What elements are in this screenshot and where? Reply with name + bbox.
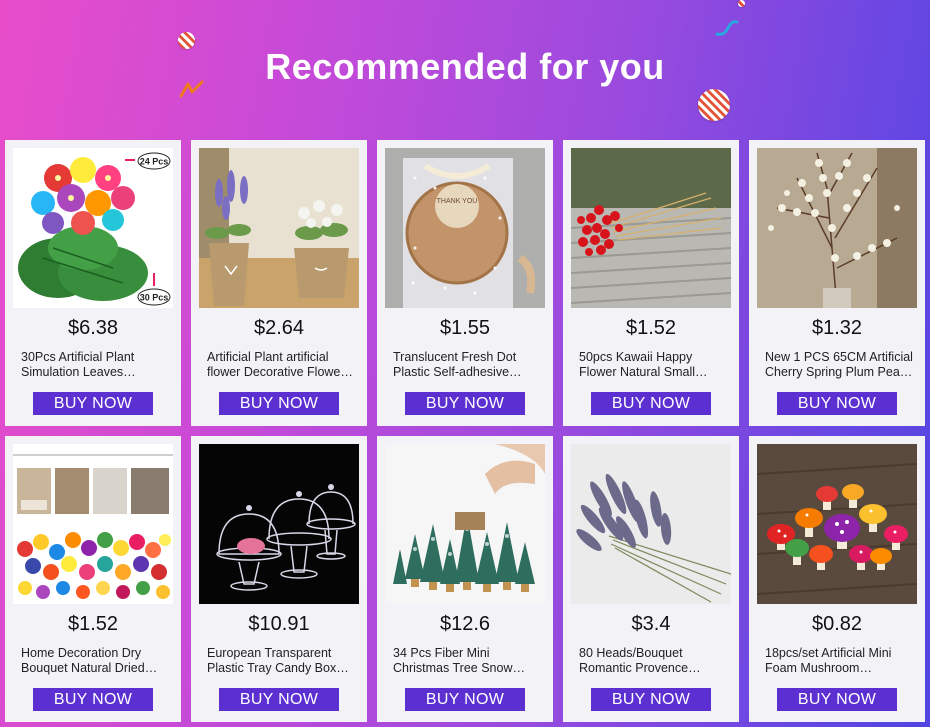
foam-mushrooms-image[interactable] xyxy=(757,444,917,604)
buy-now-button[interactable]: BUY NOW xyxy=(777,392,897,415)
product-card[interactable]: 24 Pcs 30 Pcs $6.38 30Pcs Artificial Pla… xyxy=(5,140,181,426)
header-banner: Recommended for you xyxy=(0,0,930,140)
mini-christmas-trees-image[interactable] xyxy=(385,444,545,604)
product-price: $3.4 xyxy=(631,613,671,635)
product-card[interactable]: $1.52 50pcs Kawaii Happy Flower Natural … xyxy=(563,140,739,426)
badge-24-pcs: 24 Pcs xyxy=(140,157,169,167)
product-name[interactable]: Home Decoration Dry Bouquet Natural Drie… xyxy=(21,646,169,676)
product-card[interactable]: $3.4 80 Heads/Bouquet Romantic Provence … xyxy=(563,436,739,722)
product-price: $12.6 xyxy=(439,613,491,635)
buy-now-button[interactable]: BUY NOW xyxy=(33,392,153,415)
product-grid: 24 Pcs 30 Pcs $6.38 30Pcs Artificial Pla… xyxy=(5,140,925,722)
buy-now-button[interactable]: BUY NOW xyxy=(33,688,153,711)
buy-now-button[interactable]: BUY NOW xyxy=(591,392,711,415)
buy-now-button[interactable]: BUY NOW xyxy=(219,688,339,711)
thank-you-tag: THANK YOU xyxy=(437,198,478,205)
product-name[interactable]: 50pcs Kawaii Happy Flower Natural Small … xyxy=(579,350,727,380)
product-price: $0.82 xyxy=(811,613,863,635)
dried-flowers-room-image[interactable] xyxy=(13,444,173,604)
product-price: $10.91 xyxy=(248,613,310,635)
product-price: $1.32 xyxy=(811,317,863,339)
product-name[interactable]: Translucent Fresh Dot Plastic Self-adhes… xyxy=(393,350,541,380)
tropical-leaves-flowers-image[interactable]: 24 Pcs 30 Pcs xyxy=(13,148,173,308)
product-name[interactable]: 34 Pcs Fiber Mini Christmas Tree Snow La… xyxy=(393,646,541,676)
buy-now-button[interactable]: BUY NOW xyxy=(777,688,897,711)
product-name[interactable]: New 1 PCS 65CM Artificial Cherry Spring … xyxy=(765,350,913,380)
cookie-bag-image[interactable]: THANK YOU xyxy=(385,148,545,308)
decorative-ball-icon xyxy=(698,89,730,121)
product-price: $2.64 xyxy=(253,317,305,339)
product-price: $1.55 xyxy=(439,317,491,339)
product-card[interactable]: $1.52 Home Decoration Dry Bouquet Natura… xyxy=(5,436,181,722)
product-name[interactable]: 80 Heads/Bouquet Romantic Provence Laven… xyxy=(579,646,727,676)
buy-now-button[interactable]: BUY NOW xyxy=(405,688,525,711)
product-price: $6.38 xyxy=(67,317,119,339)
buy-now-button[interactable]: BUY NOW xyxy=(405,392,525,415)
product-card[interactable]: $2.64 Artificial Plant artificial flower… xyxy=(191,140,367,426)
product-card[interactable]: $12.6 34 Pcs Fiber Mini Christmas Tree S… xyxy=(377,436,553,722)
buy-now-button[interactable]: BUY NOW xyxy=(219,392,339,415)
product-card[interactable]: THANK YOU $1.55 Translucent Fresh Dot Pl… xyxy=(377,140,553,426)
page-title: Recommended for you xyxy=(265,46,665,87)
red-berry-bouquet-image[interactable] xyxy=(571,148,731,308)
lavender-bouquet-image[interactable] xyxy=(571,444,731,604)
product-price: $1.52 xyxy=(625,317,677,339)
product-card[interactable]: $1.32 New 1 PCS 65CM Artificial Cherry S… xyxy=(749,140,925,426)
product-name[interactable]: 30Pcs Artificial Plant Simulation Leaves… xyxy=(21,350,169,380)
badge-30-pcs: 30 Pcs xyxy=(140,293,169,303)
plastic-domes-image[interactable] xyxy=(199,444,359,604)
product-name[interactable]: European Transparent Plastic Tray Candy … xyxy=(207,646,355,676)
streamer-icon xyxy=(715,20,739,36)
potted-lavender-image[interactable] xyxy=(199,148,359,308)
product-card[interactable]: $0.82 18pcs/set Artificial Mini Foam Mus… xyxy=(749,436,925,722)
product-price: $1.52 xyxy=(67,613,119,635)
product-card[interactable]: $10.91 European Transparent Plastic Tray… xyxy=(191,436,367,722)
decorative-ball-icon xyxy=(738,0,745,7)
product-name[interactable]: 18pcs/set Artificial Mini Foam Mushroom … xyxy=(765,646,913,676)
product-name[interactable]: Artificial Plant artificial flower Decor… xyxy=(207,350,355,380)
cherry-blossom-branch-image[interactable] xyxy=(757,148,917,308)
buy-now-button[interactable]: BUY NOW xyxy=(591,688,711,711)
